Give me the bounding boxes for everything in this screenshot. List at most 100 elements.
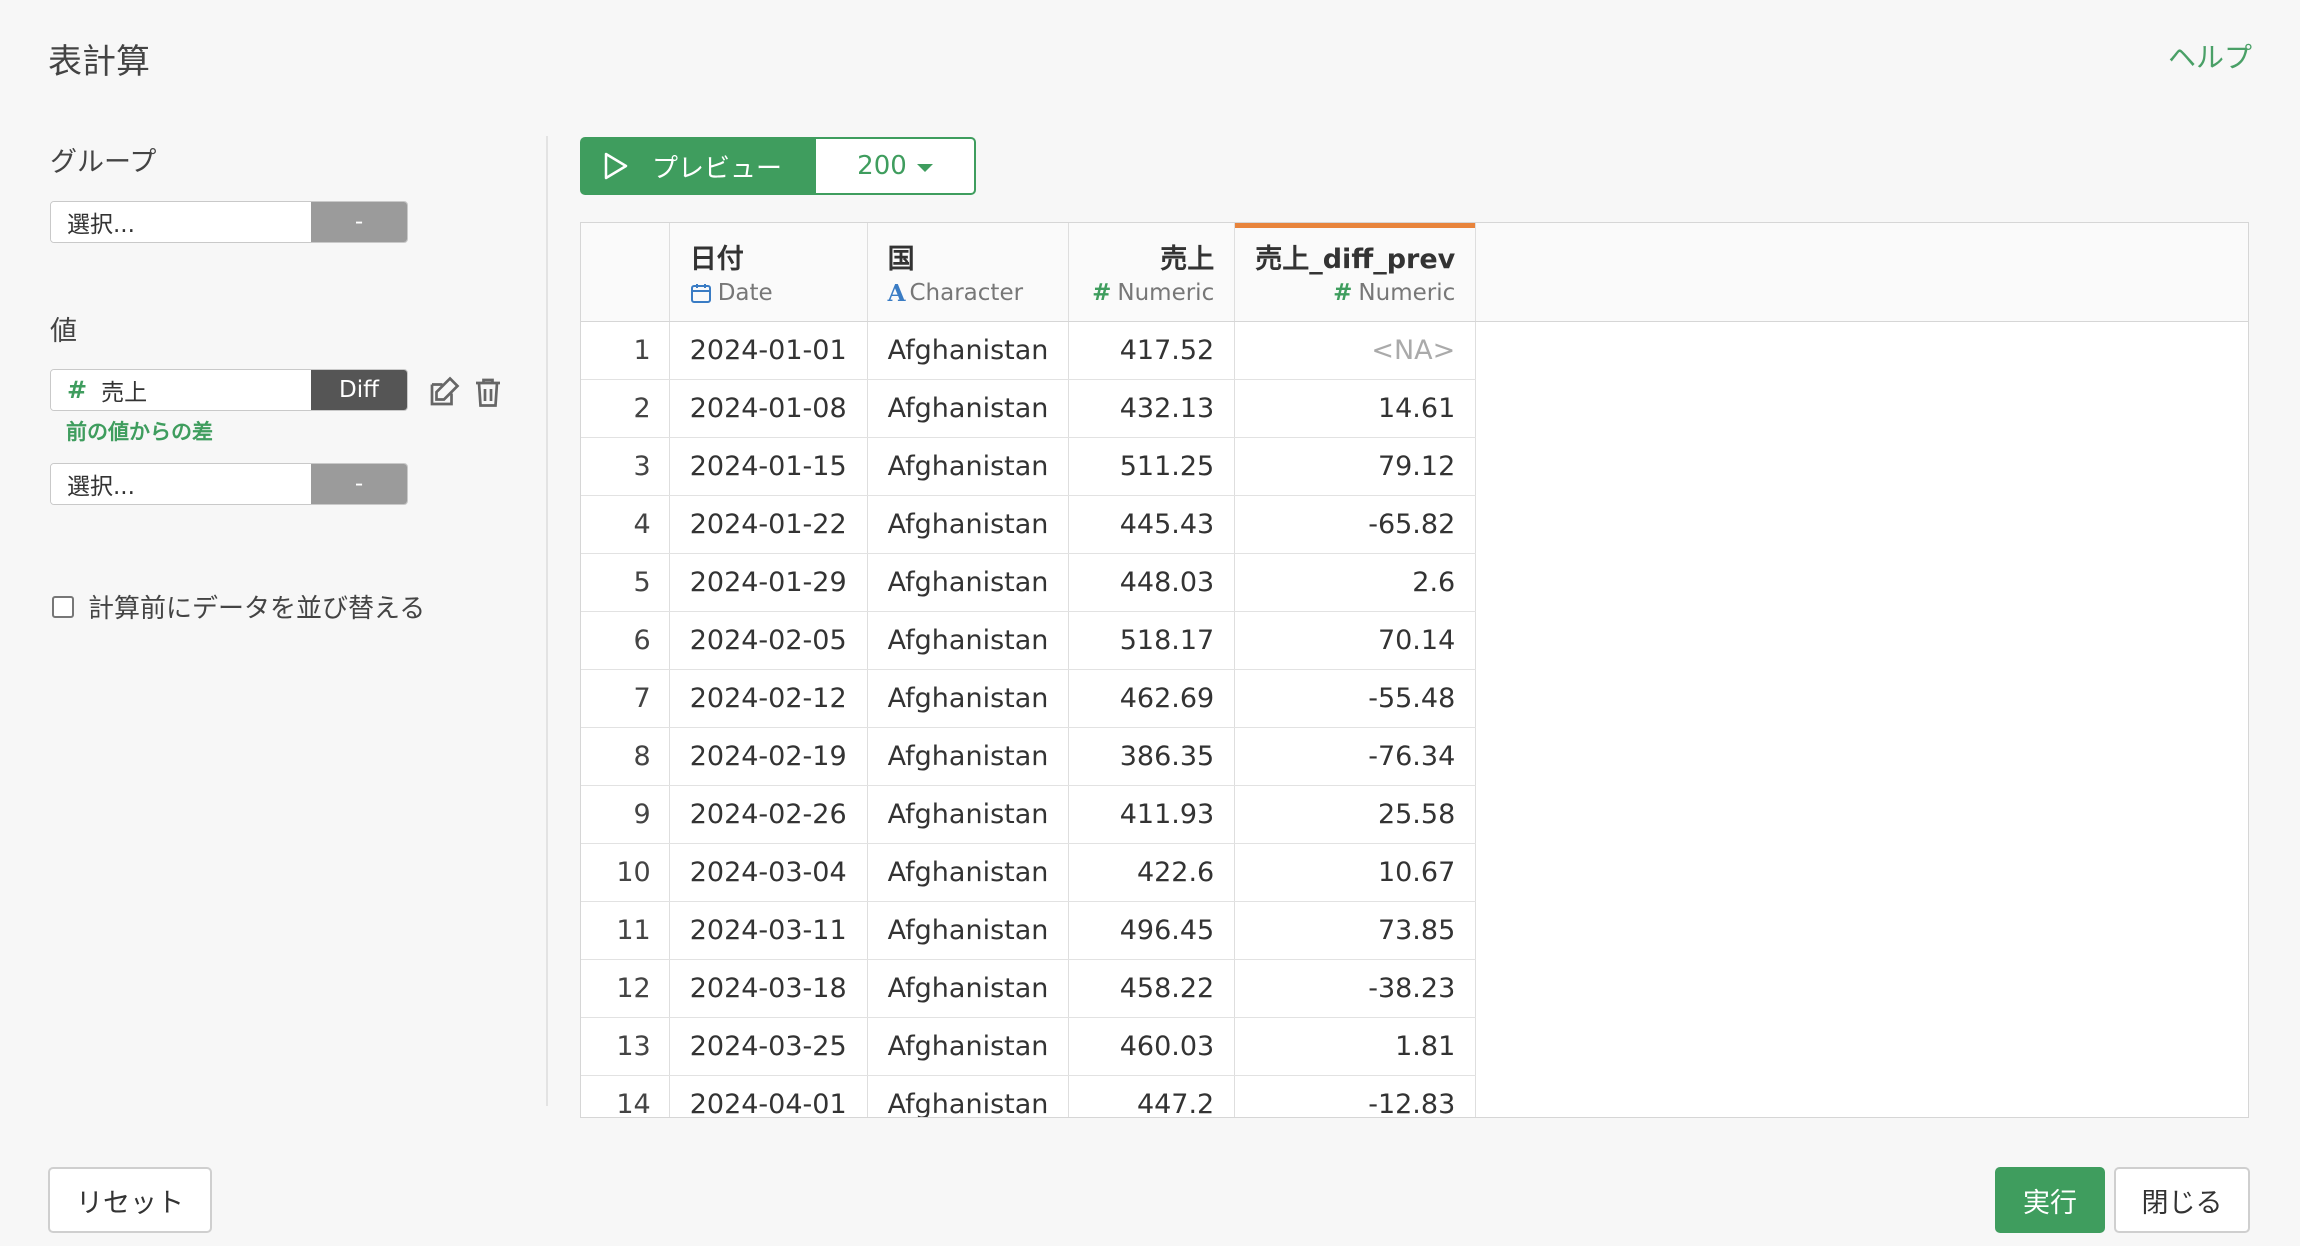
group-label: グループ [50, 147, 157, 178]
row-number-header [581, 223, 670, 322]
column-type: # Numeric [1255, 280, 1455, 306]
row-number: 9 [581, 785, 670, 844]
play-icon [604, 152, 628, 180]
value-select-2[interactable]: 選択... - [50, 463, 408, 505]
calc-type-button[interactable]: Diff [311, 370, 407, 410]
value-select-2-button[interactable]: - [311, 464, 407, 504]
reset-button[interactable]: リセット [48, 1167, 212, 1233]
hash-icon: # [1092, 280, 1112, 307]
character-a-icon: A [887, 279, 906, 307]
cell-date: 2024-01-15 [669, 437, 868, 496]
cell-country: Afghanistan [867, 1017, 1070, 1076]
row-filler [1476, 553, 2248, 611]
cell-country: Afghanistan [867, 495, 1070, 554]
row-number: 3 [581, 437, 670, 496]
row-filler [1476, 437, 2248, 495]
cell-sales-diff-prev: -38.23 [1234, 959, 1477, 1018]
cell-sales: 460.03 [1068, 1017, 1236, 1076]
sort-option[interactable]: 計算前にデータを並び替える [52, 588, 425, 625]
edit-icon[interactable] [426, 374, 462, 414]
column-header-country[interactable]: 国 A Character [867, 223, 1070, 322]
group-select-field[interactable]: 選択... [51, 202, 311, 242]
row-number: 2 [581, 379, 670, 438]
cell-sales: 518.17 [1068, 611, 1236, 670]
cell-date: 2024-03-25 [669, 1017, 868, 1076]
panel-divider [546, 136, 548, 1106]
calc-caption: 前の値からの差 [66, 420, 213, 444]
table-row: 2 2024-01-08 Afghanistan 432.13 14.61 [581, 379, 2248, 438]
column-header-sales[interactable]: 売上 # Numeric [1068, 223, 1236, 322]
column-name: 日付 [689, 244, 744, 276]
row-filler [1476, 727, 2248, 785]
run-button[interactable]: 実行 [1995, 1167, 2105, 1233]
column-type-label: Numeric [1117, 280, 1215, 307]
trash-icon[interactable] [470, 374, 506, 414]
value-label: 値 [50, 316, 77, 347]
column-type-label: Character [909, 280, 1024, 307]
cell-sales-diff-prev: 10.67 [1234, 843, 1477, 902]
cell-sales: 386.35 [1068, 727, 1236, 786]
row-filler [1476, 611, 2248, 669]
cell-sales: 462.69 [1068, 669, 1236, 728]
cell-country: Afghanistan [867, 379, 1070, 438]
column-name: 国 [887, 243, 915, 275]
cell-sales: 447.2 [1068, 1075, 1236, 1117]
sort-checkbox-label: 計算前にデータを並び替える [88, 594, 426, 624]
table-row: 11 2024-03-11 Afghanistan 496.45 73.85 [581, 901, 2248, 960]
table-row: 7 2024-02-12 Afghanistan 462.69 -55.48 [581, 669, 2248, 728]
value-select-field[interactable]: # 売上 [51, 370, 311, 410]
column-type: Date [690, 280, 847, 306]
value-select[interactable]: # 売上 Diff [50, 369, 408, 411]
cell-sales: 411.93 [1068, 785, 1236, 844]
cell-country: Afghanistan [867, 843, 1070, 902]
calendar-icon [690, 284, 711, 304]
preview-button-label: プレビュー [652, 153, 783, 184]
cell-sales: 417.52 [1068, 321, 1236, 380]
cell-sales-diff-prev: <NA> [1234, 321, 1477, 380]
table-row: 9 2024-02-26 Afghanistan 411.93 25.58 [581, 785, 2248, 844]
cell-sales-diff-prev: 2.6 [1234, 553, 1477, 612]
cell-sales-diff-prev: 70.14 [1234, 611, 1477, 670]
row-number: 4 [581, 495, 670, 554]
column-type-label: Date [717, 280, 773, 307]
preview-count-select[interactable]: 200 [816, 137, 976, 195]
cell-date: 2024-02-19 [669, 727, 868, 786]
cell-sales-diff-prev: -55.48 [1234, 669, 1477, 728]
cell-country: Afghanistan [867, 785, 1070, 844]
group-select[interactable]: 選択... - [50, 201, 408, 243]
cell-sales: 496.45 [1068, 901, 1236, 960]
column-type: A Character [888, 280, 1049, 307]
table-row: 10 2024-03-04 Afghanistan 422.6 10.67 [581, 843, 2248, 902]
sort-checkbox[interactable] [52, 595, 74, 618]
group-select-button[interactable]: - [311, 202, 407, 242]
cell-date: 2024-01-01 [669, 321, 868, 380]
table-row: 8 2024-02-19 Afghanistan 386.35 -76.34 [581, 727, 2248, 786]
cell-date: 2024-03-04 [669, 843, 868, 902]
preview-button[interactable]: プレビュー [580, 137, 816, 195]
table-row: 1 2024-01-01 Afghanistan 417.52 <NA> [581, 321, 2248, 380]
cell-sales-diff-prev: -12.83 [1234, 1075, 1477, 1117]
help-link[interactable]: ヘルプ [2168, 36, 2252, 76]
row-filler [1476, 1075, 2248, 1117]
cell-date: 2024-03-18 [669, 959, 868, 1018]
chevron-down-icon [916, 164, 933, 172]
table-row: 6 2024-02-05 Afghanistan 518.17 70.14 [581, 611, 2248, 670]
dialog-title: 表計算 [48, 42, 150, 82]
close-button[interactable]: 閉じる [2114, 1167, 2250, 1233]
cell-sales-diff-prev: 79.12 [1234, 437, 1477, 496]
empty-header-filler [1475, 223, 2248, 322]
cell-country: Afghanistan [867, 611, 1070, 670]
cell-sales: 458.22 [1068, 959, 1236, 1018]
column-header-sales-diff-prev[interactable]: 売上_diff_prev # Numeric [1234, 223, 1477, 322]
value-select-2-field[interactable]: 選択... [51, 464, 311, 504]
row-number: 6 [581, 611, 670, 670]
cell-sales: 445.43 [1068, 495, 1236, 554]
column-type: # Numeric [1089, 280, 1214, 306]
hash-icon: # [1333, 280, 1353, 307]
cell-sales: 422.6 [1068, 843, 1236, 902]
cell-country: Afghanistan [867, 321, 1070, 380]
column-header-date[interactable]: 日付 Date [669, 223, 868, 322]
preview-count-value: 200 [857, 151, 907, 181]
row-number: 5 [581, 553, 670, 612]
column-name: 売上_diff_prev [1255, 244, 1456, 276]
